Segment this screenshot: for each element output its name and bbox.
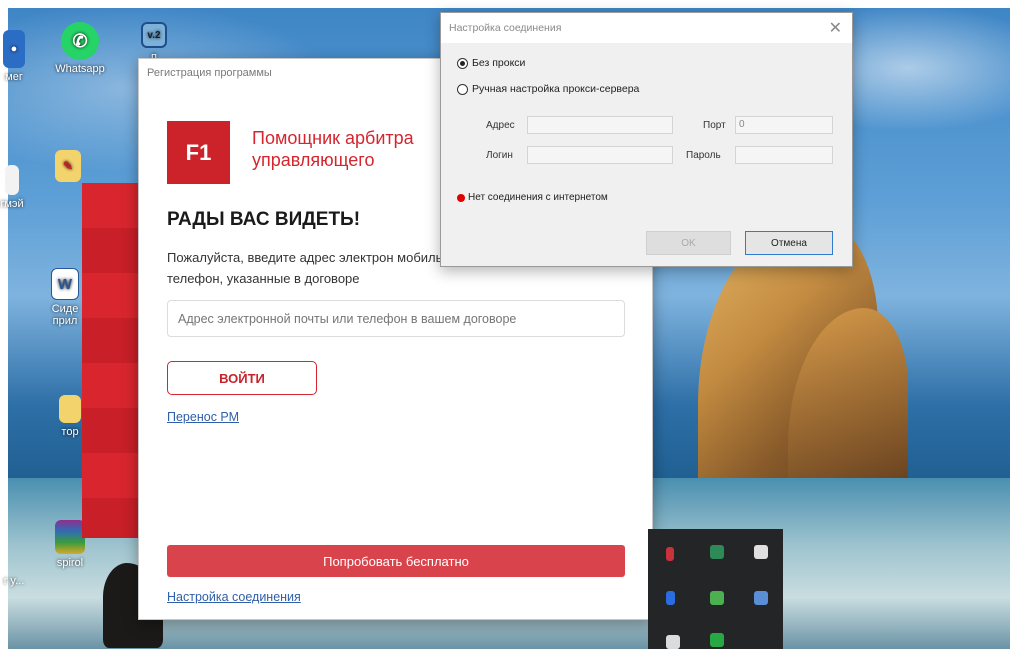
tray-security-icon[interactable] [710, 591, 724, 605]
folder-icon [59, 395, 81, 423]
app-name: Помощник арбитра управляющего [252, 128, 414, 170]
desktop-icon-partial-left[interactable]: ● мег [0, 30, 34, 83]
connection-settings-link[interactable]: Настройка соединения [167, 590, 301, 604]
desktop-icon-label: spirol [56, 557, 84, 569]
status-red-dot-icon [457, 194, 465, 202]
desktop-icon-whatsapp[interactable]: ✆ Whatsapp [45, 22, 115, 75]
desktop-icon-word[interactable]: W Сиде прил [45, 268, 85, 327]
try-free-button[interactable]: Попробовать бесплатно [167, 545, 625, 577]
desktop-icon-label: мег [5, 71, 23, 83]
connection-settings-dialog: Настройка соединения ✕ Без прокси Ручная… [440, 12, 853, 267]
tray-network-icon[interactable] [754, 591, 768, 605]
desktop-icon-partial-bottom[interactable]: r y... [0, 575, 34, 587]
cancel-button[interactable]: Отмена [745, 231, 833, 255]
desktop-icon-partial-top[interactable]: v.2 п [134, 22, 174, 63]
partial-icon: ● [3, 30, 25, 68]
login-button[interactable]: ВОЙТИ [167, 361, 317, 395]
password-label: Пароль [686, 150, 721, 161]
transfer-link[interactable]: Перенос РМ [167, 410, 239, 424]
port-label: Порт [703, 120, 726, 131]
login-label: Логин [486, 150, 513, 161]
dialog-titlebar: Настройка соединения ✕ [441, 13, 852, 43]
port-field[interactable]: 0 [735, 116, 833, 134]
bluetooth-icon[interactable] [666, 591, 675, 605]
file-icon [5, 165, 19, 195]
pixelated-redaction [82, 183, 140, 538]
partial-icon: v.2 [141, 22, 167, 48]
password-field[interactable] [735, 146, 833, 164]
winrar-icon [55, 520, 85, 554]
desktop-icon-label: Сиде прил [51, 303, 79, 327]
desktop-icon-label: тор [61, 426, 79, 438]
f1-logo-icon: F1 [167, 121, 230, 184]
desktop-icon-left-2[interactable]: гмэй [0, 165, 32, 210]
desktop-icon-label: гмэй [0, 198, 24, 210]
tray-display-icon[interactable] [754, 545, 768, 559]
radio-no-proxy[interactable]: Без прокси [457, 57, 525, 69]
close-icon[interactable]: ✕ [829, 18, 842, 38]
tray-misc-icon[interactable] [666, 635, 680, 649]
radio-checked-icon[interactable] [457, 57, 468, 69]
whatsapp-icon: ✆ [61, 22, 99, 60]
address-field[interactable] [527, 116, 673, 134]
connection-status: Нет соединения с интернетом [468, 192, 608, 203]
desktop-icon-label: Whatsapp [55, 63, 105, 75]
desktop-icon-pdf[interactable]: ✎ [48, 150, 88, 185]
email-or-phone-input[interactable] [167, 300, 625, 337]
ok-button[interactable]: OK [646, 231, 731, 255]
tray-usb-icon[interactable] [666, 547, 674, 561]
desktop-icon-label: r y... [3, 575, 25, 587]
radio-manual-proxy[interactable]: Ручная настройка прокси-сервера [457, 83, 639, 95]
greeting-heading: РАДЫ ВАС ВИДЕТЬ! [167, 209, 361, 230]
login-field[interactable] [527, 146, 673, 164]
radio-unchecked-icon[interactable] [457, 83, 468, 95]
instruction-text: Пожалуйста, введите адрес электрон мобил… [167, 250, 467, 286]
desktop-icon-folder[interactable]: тор [55, 395, 85, 438]
radio-label: Без прокси [472, 57, 526, 69]
tray-check-icon[interactable] [710, 633, 724, 647]
tray-app-icon[interactable] [710, 545, 724, 559]
pdf-file-icon: ✎ [55, 150, 81, 182]
word-doc-icon: W [51, 268, 79, 300]
dialog-title: Настройка соединения [449, 22, 562, 34]
radio-label: Ручная настройка прокси-сервера [472, 83, 640, 95]
system-tray-overflow [648, 529, 783, 649]
address-label: Адрес [486, 120, 515, 131]
